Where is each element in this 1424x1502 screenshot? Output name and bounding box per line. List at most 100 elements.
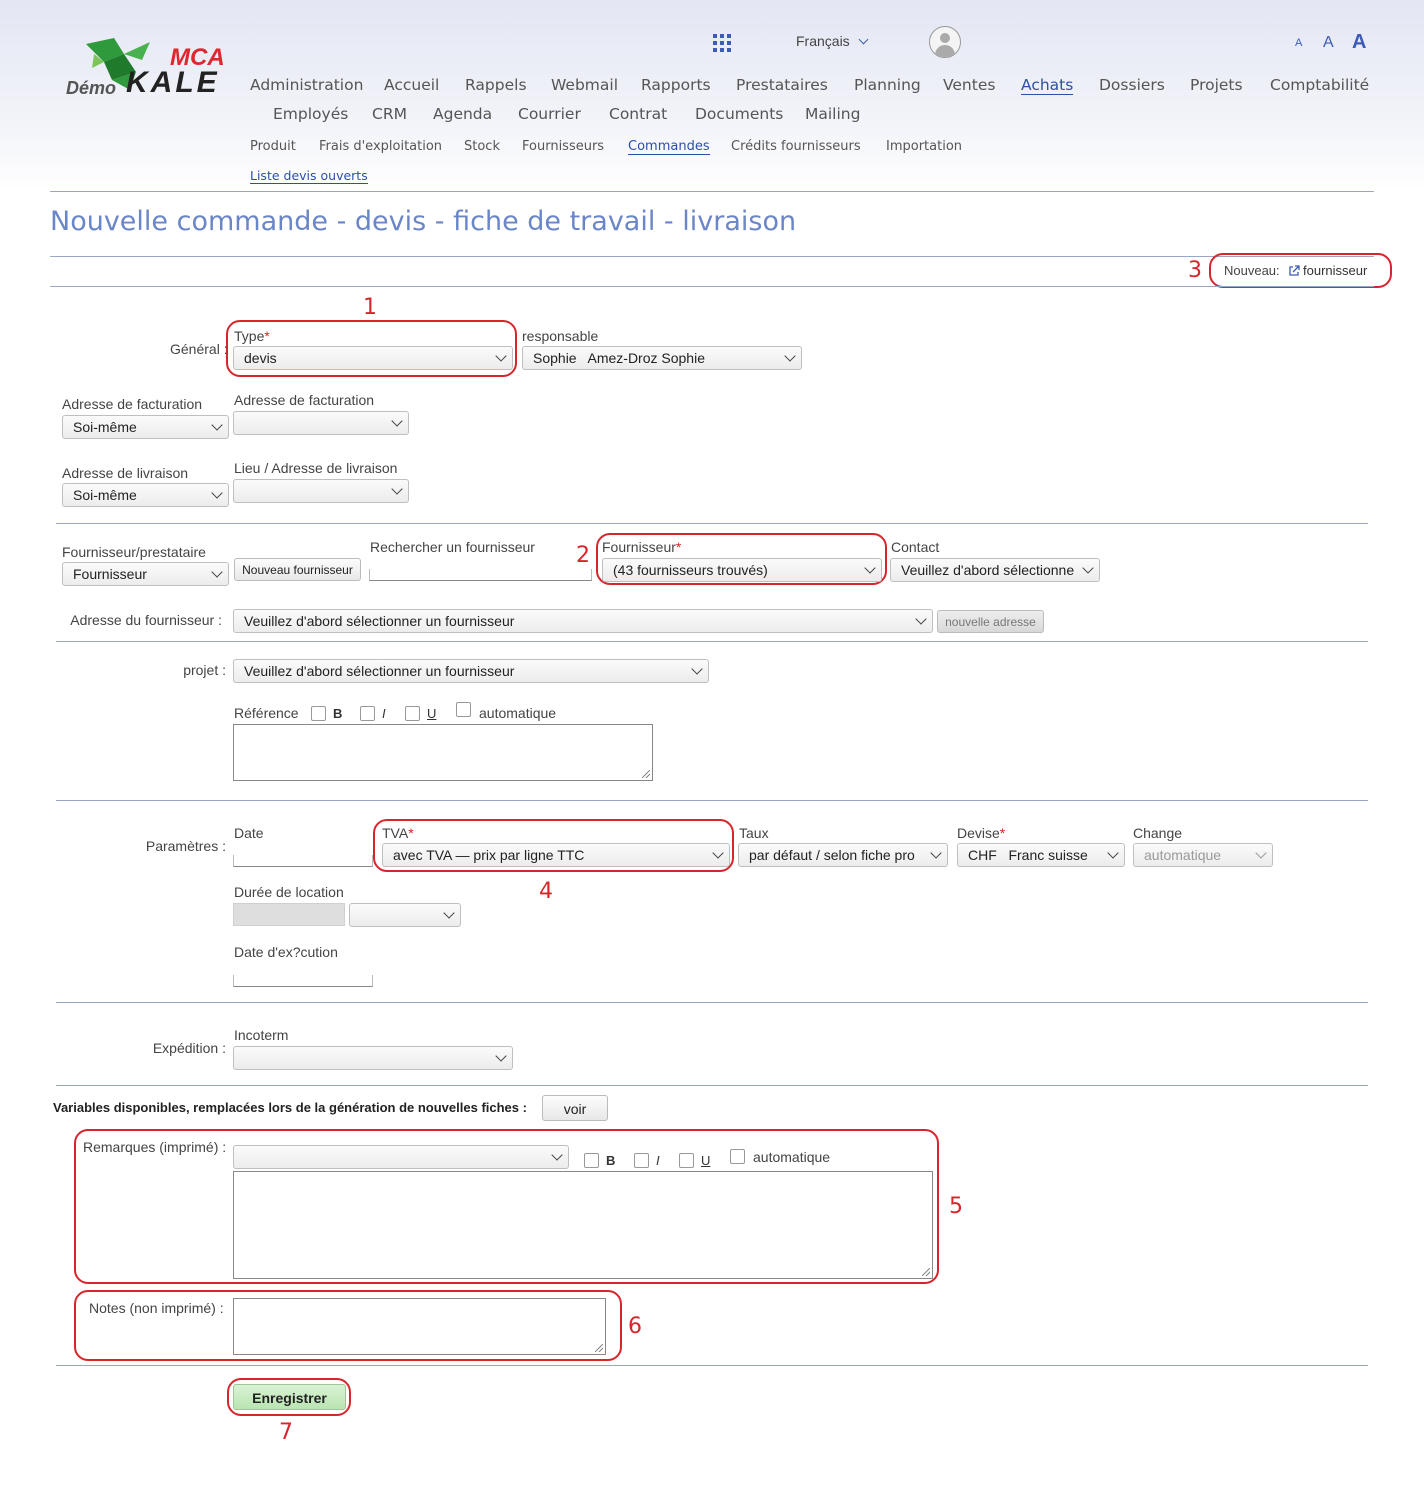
nav-webmail[interactable]: Webmail <box>551 76 618 94</box>
subnav-liste-devis[interactable]: Liste devis ouverts <box>250 168 368 184</box>
app-logo[interactable]: MCA Démo KALE <box>64 34 234 104</box>
reference-auto-checkbox[interactable] <box>456 702 471 717</box>
billing-left-select[interactable]: Soi-même <box>62 415 229 439</box>
nav-planning[interactable]: Planning <box>854 76 921 94</box>
project-select[interactable]: Veuillez d'abord sélectionner un fournis… <box>233 659 709 683</box>
reference-label: Référence <box>234 705 299 721</box>
subnav-credits[interactable]: Crédits fournisseurs <box>731 139 861 154</box>
divider <box>50 286 1374 287</box>
new-address-button[interactable]: nouvelle adresse <box>937 610 1044 633</box>
subnav-produit[interactable]: Produit <box>250 139 296 154</box>
shipping-label: Expédition : <box>152 1040 226 1056</box>
nav-ventes[interactable]: Ventes <box>943 76 995 94</box>
nav-rapports[interactable]: Rapports <box>641 76 711 94</box>
supplier-label: Fournisseur* <box>602 539 682 555</box>
reference-italic-checkbox[interactable] <box>360 706 375 721</box>
nav-courrier[interactable]: Courrier <box>518 105 581 123</box>
nouveau-fournisseur-link[interactable]: fournisseur <box>1303 263 1367 278</box>
chevron-down-icon <box>211 487 223 499</box>
exec-date-input[interactable] <box>233 975 373 987</box>
logo-kale: KALE <box>126 66 220 99</box>
subnav-commandes[interactable]: Commandes <box>628 139 710 155</box>
supplier-address-label: Adresse du fournisseur : <box>70 612 222 628</box>
nav-prestataires[interactable]: Prestataires <box>736 76 828 94</box>
remarks-auto-checkbox[interactable] <box>730 1149 745 1164</box>
remarks-underline-label: U <box>701 1153 711 1168</box>
billing-right-label: Adresse de facturation <box>234 392 375 408</box>
subnav-fournisseurs[interactable]: Fournisseurs <box>522 139 604 154</box>
devise-select[interactable]: CHF Franc suisse <box>957 843 1125 867</box>
resize-grip-icon <box>922 1268 930 1276</box>
project-label: projet : <box>183 662 226 678</box>
nav-administration[interactable]: Administration <box>250 76 363 94</box>
exec-date-label: Date d'ex?cution <box>234 944 338 960</box>
supplier-select[interactable]: (43 fournisseurs trouvés) <box>602 558 882 582</box>
nav-agenda[interactable]: Agenda <box>433 105 492 123</box>
apps-grid-icon[interactable] <box>713 34 731 52</box>
contact-label: Contact <box>891 539 940 555</box>
billing-left-label: Adresse de facturation <box>62 396 203 412</box>
chevron-down-icon <box>211 419 223 431</box>
remarks-bold-label: B <box>606 1153 616 1168</box>
nav-employes[interactable]: Employés <box>273 105 348 123</box>
save-button[interactable]: Enregistrer <box>233 1384 346 1410</box>
delivery-left-select[interactable]: Soi-même <box>62 483 229 507</box>
chevron-down-icon <box>1082 562 1094 574</box>
font-size-small-button[interactable]: A <box>1295 37 1302 49</box>
language-selector[interactable]: Français <box>796 33 869 49</box>
remarks-italic-checkbox[interactable] <box>634 1153 649 1168</box>
change-select[interactable]: automatique <box>1133 843 1273 867</box>
reference-bold-checkbox[interactable] <box>311 706 326 721</box>
supplier-address-select[interactable]: Veuillez d'abord sélectionner un fournis… <box>233 609 933 633</box>
responsable-label: responsable <box>522 328 599 344</box>
remarks-template-select[interactable] <box>233 1145 569 1169</box>
delivery-right-select[interactable] <box>233 479 409 503</box>
chevron-down-icon <box>495 350 507 362</box>
nav-projets[interactable]: Projets <box>1190 76 1243 94</box>
nav-rappels[interactable]: Rappels <box>465 76 527 94</box>
responsable-select[interactable]: Sophie Amez-Droz Sophie <box>522 346 802 370</box>
date-input[interactable] <box>233 855 373 867</box>
incoterm-label: Incoterm <box>234 1027 289 1043</box>
nav-documents[interactable]: Documents <box>695 105 783 123</box>
nav-accueil[interactable]: Accueil <box>384 76 439 94</box>
incoterm-select[interactable] <box>233 1046 513 1070</box>
taux-select[interactable]: par défaut / selon fiche pro <box>738 843 948 867</box>
divider <box>56 1085 1368 1086</box>
voir-button[interactable]: voir <box>542 1095 608 1121</box>
reference-textarea[interactable] <box>233 724 653 781</box>
annotation-number-3: 3 <box>1188 258 1202 283</box>
reference-italic-label: I <box>382 706 386 721</box>
billing-right-select[interactable] <box>233 411 409 435</box>
annotation-number-4: 4 <box>539 879 553 904</box>
chevron-down-icon <box>1255 847 1267 859</box>
remarks-textarea[interactable] <box>233 1171 933 1279</box>
nav-comptabilite[interactable]: Comptabilité <box>1270 76 1369 94</box>
page-title: Nouvelle commande - devis - fiche de tra… <box>50 206 797 237</box>
language-value: Français <box>796 33 850 49</box>
type-select[interactable]: devis <box>233 346 513 370</box>
contact-select[interactable]: Veuillez d'abord sélectionne <box>890 558 1100 582</box>
subnav-importation[interactable]: Importation <box>886 139 962 154</box>
notes-textarea[interactable] <box>233 1298 606 1355</box>
duree-input[interactable] <box>233 903 345 926</box>
user-avatar-icon[interactable] <box>929 26 961 58</box>
supplier-kind-select[interactable]: Fournisseur <box>62 562 229 586</box>
nav-achats[interactable]: Achats <box>1021 76 1074 95</box>
subnav-frais[interactable]: Frais d'exploitation <box>319 139 442 154</box>
subnav-stock[interactable]: Stock <box>464 139 500 154</box>
new-supplier-button[interactable]: Nouveau fournisseur <box>234 558 361 581</box>
tva-select[interactable]: avec TVA — prix par ligne TTC <box>382 843 730 867</box>
search-supplier-input[interactable] <box>369 569 592 581</box>
divider <box>56 1365 1368 1366</box>
nav-dossiers[interactable]: Dossiers <box>1099 76 1165 94</box>
nav-mailing[interactable]: Mailing <box>805 105 860 123</box>
reference-underline-checkbox[interactable] <box>405 706 420 721</box>
nav-crm[interactable]: CRM <box>372 105 407 123</box>
font-size-medium-button[interactable]: A <box>1323 34 1334 52</box>
nav-contrat[interactable]: Contrat <box>609 105 667 123</box>
font-size-large-button[interactable]: A <box>1352 31 1366 54</box>
duree-unit-select[interactable] <box>349 903 461 927</box>
remarks-bold-checkbox[interactable] <box>584 1153 599 1168</box>
remarks-underline-checkbox[interactable] <box>679 1153 694 1168</box>
